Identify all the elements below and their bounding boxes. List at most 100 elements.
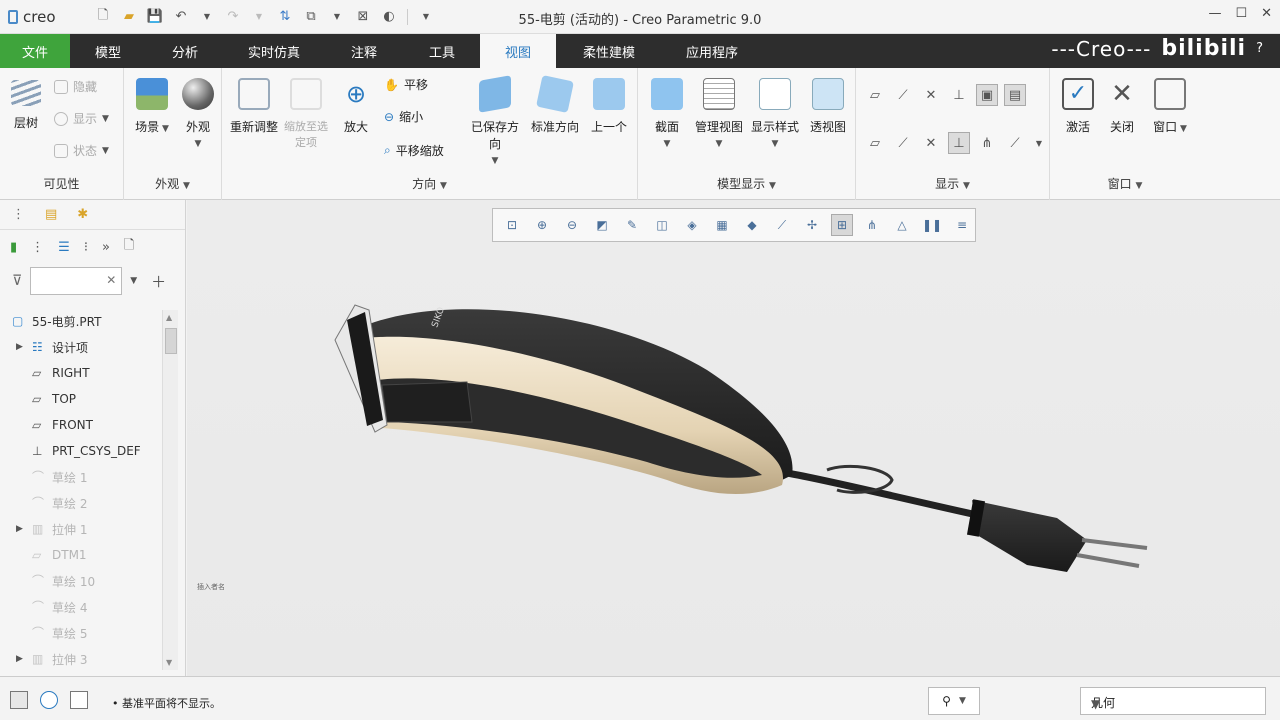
tree-item[interactable]: ⌒ 草绘 1 xyxy=(0,464,160,490)
find-button[interactable]: ⚲ ▼ xyxy=(928,687,980,715)
tab-applications[interactable]: 应用程序 xyxy=(662,34,762,68)
status-button[interactable]: 状态 ▼ xyxy=(54,142,109,159)
curve-display-icon[interactable]: ⟋ xyxy=(1004,132,1026,154)
show-more-dropdown-icon[interactable]: ▼ xyxy=(1028,132,1050,154)
full-screen-icon[interactable] xyxy=(70,691,88,709)
graphics-area[interactable]: ⊡ ⊕ ⊖ ◩ ✎ ◫ ◈ ▦ ◆ ⟋ ✢ ⊞ ⋔ △ ❚❚ ≡ SIKO 插入… xyxy=(187,200,1280,676)
expand-arrow-icon[interactable]: ▶ xyxy=(16,524,23,534)
navigator-toggle-icon[interactable] xyxy=(10,691,28,709)
tree-scrollbar[interactable]: ▲ ▼ xyxy=(162,310,178,670)
standard-orientation-button[interactable]: 标准方向 xyxy=(526,75,584,135)
expand-arrow-icon[interactable]: ▶ xyxy=(16,654,23,664)
customize-toolbar-icon[interactable]: ▼ xyxy=(415,6,437,28)
tab-model[interactable]: 模型 xyxy=(70,34,146,68)
redo-dropdown-icon[interactable]: ▼ xyxy=(248,6,270,28)
spin-center-icon[interactable]: ▣ xyxy=(976,84,998,106)
new-file-icon[interactable]: 🗋 xyxy=(92,6,114,28)
tab-annotate[interactable]: 注释 xyxy=(324,34,404,68)
selection-filter-select[interactable]: 几何 ▼ xyxy=(1080,687,1266,715)
point-tag-icon[interactable]: ✕ xyxy=(920,132,942,154)
tab-tools[interactable]: 工具 xyxy=(404,34,480,68)
appearance-gallery-icon[interactable]: ◐ xyxy=(378,6,400,28)
activate-button[interactable]: ✓ 激活 xyxy=(1056,78,1100,135)
manage-views-button[interactable]: 管理视图 ▼ xyxy=(690,78,748,149)
tab-file[interactable]: 文件 xyxy=(0,34,70,68)
favorites-tab-icon[interactable]: ✱ xyxy=(77,207,88,222)
close-window-icon[interactable]: ⊠ xyxy=(352,6,374,28)
layer-tree-button[interactable]: 层树 xyxy=(6,80,46,131)
filter-dropdown-icon[interactable]: ▼ xyxy=(130,276,137,286)
show-button[interactable]: 显示 ▼ xyxy=(54,110,109,127)
tree-item[interactable]: ▱ DTM1 xyxy=(0,542,160,568)
expand-panel-icon[interactable]: » xyxy=(102,240,110,255)
tab-live-simulation[interactable]: 实时仿真 xyxy=(224,34,324,68)
hair-clipper-model[interactable]: SIKO xyxy=(187,200,1280,676)
clear-search-icon[interactable]: ✕ xyxy=(106,273,116,287)
axis-display-icon[interactable]: ⟋ xyxy=(892,84,914,106)
tree-item[interactable]: ▶ ▥ 拉伸 3 xyxy=(0,646,160,672)
scroll-down-icon[interactable]: ▼ xyxy=(166,658,172,667)
minimize-icon[interactable]: — xyxy=(1208,6,1221,21)
redo-icon[interactable]: ↷ xyxy=(222,6,244,28)
tree-item[interactable]: ▢ 55-电剪.PRT xyxy=(0,308,160,334)
tree-item[interactable]: ⌒ 草绘 2 xyxy=(0,490,160,516)
maximize-icon[interactable]: ☐ xyxy=(1235,6,1247,21)
close-icon[interactable]: ✕ xyxy=(1261,6,1272,21)
add-icon[interactable]: ＋ xyxy=(151,271,166,292)
appearance-button[interactable]: 外观 ▼ xyxy=(178,78,218,149)
tree-settings-icon[interactable]: ⋮ xyxy=(31,240,44,255)
tree-item[interactable]: ⌒ 草绘 4 xyxy=(0,594,160,620)
help-icon[interactable]: ? xyxy=(1256,41,1264,56)
annotation-display-icon[interactable]: ▤ xyxy=(1004,84,1026,106)
filter-icon[interactable]: ⊽ xyxy=(12,273,22,289)
tab-analysis[interactable]: 分析 xyxy=(146,34,224,68)
windows-icon[interactable]: ⧉ xyxy=(300,6,322,28)
spin-center-tag-icon[interactable]: ⋔ xyxy=(976,132,998,154)
display-style-button[interactable]: 显示样式 ▼ xyxy=(750,78,800,149)
saved-orientations-button[interactable]: 已保存方向 ▼ xyxy=(466,75,524,166)
zoom-out-button[interactable]: ⊖ 缩小 xyxy=(384,108,423,125)
scroll-up-icon[interactable]: ▲ xyxy=(166,313,172,322)
tree-item[interactable]: ⊥ PRT_CSYS_DEF xyxy=(0,438,160,464)
zoom-selected-button[interactable]: 缩放至选定项 xyxy=(280,78,332,150)
scene-button[interactable]: 场景 ▼ xyxy=(132,78,172,135)
close-button[interactable]: ✕ 关闭 xyxy=(1100,78,1144,135)
pan-zoom-button[interactable]: ⌕ 平移缩放 xyxy=(384,142,444,159)
tab-view[interactable]: 视图 xyxy=(480,34,556,68)
regenerate-icon[interactable]: ⇅ xyxy=(274,6,296,28)
plane-display-icon[interactable]: ▱ xyxy=(864,84,886,106)
tree-item[interactable]: ▱ RIGHT xyxy=(0,360,160,386)
folder-browser-tab-icon[interactable]: ▤ xyxy=(45,207,57,222)
hide-button[interactable]: 隐藏 xyxy=(54,78,97,95)
tree-page-icon[interactable]: 🗋 xyxy=(124,236,134,258)
previous-orientation-button[interactable]: 上一个 xyxy=(586,78,632,135)
csys-tag-icon[interactable]: ⊥ xyxy=(948,132,970,154)
tree-columns-icon[interactable]: ☰ xyxy=(58,240,70,255)
tree-item[interactable]: ⌒ 草绘 5 xyxy=(0,620,160,646)
tree-item[interactable]: ⌒ 草绘 10 xyxy=(0,568,160,594)
tree-search-input[interactable]: ✕ xyxy=(30,267,123,295)
save-icon[interactable]: 💾 xyxy=(144,6,166,28)
axis-tag-icon[interactable]: ⟋ xyxy=(892,132,914,154)
csys-display-icon[interactable]: ⊥ xyxy=(948,84,970,106)
open-folder-icon[interactable]: ▰ xyxy=(118,6,140,28)
tree-item[interactable]: ▱ TOP xyxy=(0,386,160,412)
expand-arrow-icon[interactable]: ▶ xyxy=(16,342,23,352)
point-display-icon[interactable]: ✕ xyxy=(920,84,942,106)
tree-item[interactable]: ▶ ☷ 设计项 xyxy=(0,334,160,360)
model-tree-tab-icon[interactable]: ⋮ xyxy=(12,207,25,222)
pan-button[interactable]: ✋ 平移 xyxy=(384,76,428,93)
scrollbar-thumb[interactable] xyxy=(165,328,177,354)
section-button[interactable]: 截面 ▼ xyxy=(644,78,690,149)
tree-filter-icon[interactable]: ⁝ xyxy=(84,240,88,255)
tab-flexible-modeling[interactable]: 柔性建模 xyxy=(556,34,662,68)
zoom-in-button[interactable]: ⊕ 放大 xyxy=(336,78,376,135)
tree-item[interactable]: ▶ ▥ 拉伸 1 xyxy=(0,516,160,542)
refit-button[interactable]: 重新调整 xyxy=(228,78,280,135)
plane-tag-icon[interactable]: ▱ xyxy=(864,132,886,154)
undo-dropdown-icon[interactable]: ▼ xyxy=(196,6,218,28)
windows-dropdown-icon[interactable]: ▼ xyxy=(326,6,348,28)
perspective-button[interactable]: 透视图 xyxy=(804,78,852,135)
undo-icon[interactable]: ↶ xyxy=(170,6,192,28)
windows-button[interactable]: 窗口 ▼ xyxy=(1148,78,1192,135)
